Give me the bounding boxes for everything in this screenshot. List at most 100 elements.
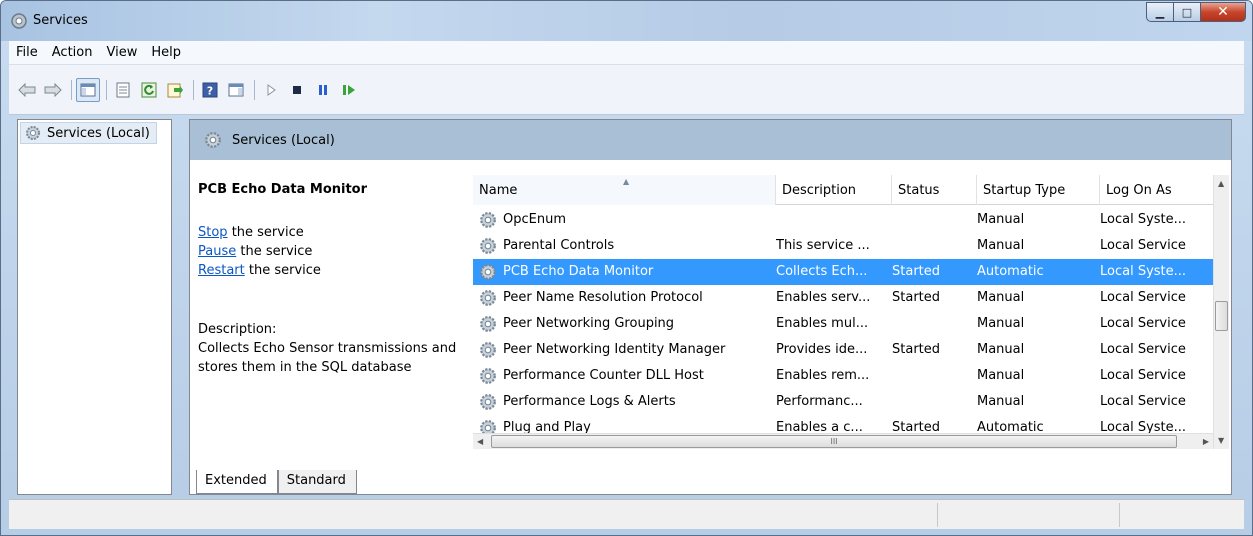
cell-status [892, 233, 972, 259]
properties-icon [116, 82, 130, 97]
help-icon: ? [202, 82, 218, 97]
tab-extended[interactable]: Extended [196, 470, 278, 494]
column-header-startup-type[interactable]: Startup Type [977, 175, 1100, 205]
scroll-grip: III [830, 437, 838, 446]
horizontal-scroll-thumb[interactable]: III [491, 435, 1177, 448]
horizontal-scrollbar[interactable]: ◀ III ▶ [473, 433, 1213, 449]
cell-status [892, 363, 972, 389]
cell-status [892, 207, 972, 233]
sort-ascending-icon: ▲ [623, 177, 630, 186]
refresh-button[interactable] [137, 78, 161, 102]
cell-log-on-as: Local Syste... [1100, 264, 1187, 279]
column-header-name[interactable]: Name ▲ [473, 175, 776, 205]
menu-bar: File Action View Help [9, 41, 1244, 65]
table-row[interactable]: OpcEnum Manual Local Syste... [473, 207, 1213, 233]
close-icon: ✕ [1217, 4, 1229, 20]
cell-startup-type: Manual [977, 368, 1025, 383]
menu-action[interactable]: Action [45, 45, 100, 60]
cell-name: Performance Logs & Alerts [503, 394, 676, 409]
services-list: Name ▲ Description Status Startup Type L… [473, 175, 1229, 465]
maximize-button[interactable]: □ [1173, 2, 1201, 22]
cell-status: Started [892, 264, 941, 279]
minimize-icon: ▁ [1155, 5, 1165, 19]
selected-service-name: PCB Echo Data Monitor [198, 182, 368, 197]
restart-action: Restart the service [198, 261, 473, 280]
tree-item-services-local[interactable]: Services (Local) [20, 122, 157, 144]
cell-status [892, 311, 972, 337]
scroll-down-icon[interactable]: ▼ [1218, 436, 1224, 445]
title-bar[interactable]: Services ▁ □ ✕ [1, 1, 1252, 41]
scroll-left-icon[interactable]: ◀ [477, 437, 483, 446]
close-button[interactable]: ✕ [1200, 2, 1246, 22]
back-button[interactable] [15, 78, 39, 102]
services-window: Services ▁ □ ✕ File Action View Help ? S… [0, 0, 1253, 536]
pause-action: Pause the service [198, 242, 473, 261]
cell-log-on-as: Local Service [1100, 368, 1186, 383]
properties-button[interactable] [111, 78, 135, 102]
table-row[interactable]: Peer Networking Grouping Enables mul... Ma… [473, 311, 1213, 337]
pane-header-title: Services (Local) [232, 132, 335, 148]
cell-startup-type: Manual [977, 290, 1025, 305]
cell-startup-type: Manual [977, 316, 1025, 331]
toolbar-separator [254, 79, 255, 100]
resume-service-button[interactable] [337, 78, 361, 102]
pane-header: Services (Local) [190, 120, 1231, 160]
stop-service-button[interactable] [285, 78, 309, 102]
cell-startup-type: Manual [977, 212, 1025, 227]
cell-name: Peer Networking Identity Manager [503, 342, 726, 357]
cell-log-on-as: Local Service [1100, 394, 1186, 409]
vertical-scrollbar[interactable]: ▲ ▼ [1213, 175, 1229, 449]
menu-file[interactable]: File [9, 45, 45, 60]
menu-view[interactable]: View [99, 45, 144, 60]
gear-icon [480, 316, 496, 332]
description-label: Description: [198, 322, 277, 337]
menu-help[interactable]: Help [144, 45, 188, 60]
action-text: the service [236, 244, 313, 259]
stop-action: Stop the service [198, 223, 473, 242]
cell-description [776, 207, 886, 233]
toolbar-separator [106, 79, 107, 100]
scroll-right-icon[interactable]: ▶ [1203, 437, 1209, 446]
cell-description: Provides ide... [776, 342, 868, 357]
cell-startup-type: Manual [977, 238, 1025, 253]
table-row[interactable]: Performance Counter DLL Host Enables rem.… [473, 363, 1213, 389]
cell-description: This service ... [776, 238, 870, 253]
table-row[interactable]: Performance Logs & Alerts Performanc... Ma… [473, 389, 1213, 415]
show-hide-action-pane-button[interactable] [224, 78, 248, 102]
console-tree: Services (Local) [17, 119, 172, 495]
export-list-button[interactable] [163, 78, 187, 102]
column-header-description[interactable]: Description [776, 175, 892, 205]
tab-standard[interactable]: Standard [277, 470, 357, 494]
column-header-log-on-as[interactable]: Log On As [1100, 175, 1213, 205]
restart-service-link[interactable]: Restart [198, 263, 245, 278]
vertical-scroll-thumb[interactable] [1215, 301, 1228, 331]
stop-service-link[interactable]: Stop [198, 225, 228, 240]
table-row[interactable]: Peer Networking Identity Manager Provides… [473, 337, 1213, 363]
show-hide-console-tree-button[interactable] [76, 77, 100, 102]
table-row[interactable]: PCB Echo Data Monitor Collects Ech... Star… [473, 259, 1213, 285]
table-row[interactable]: Peer Name Resolution Protocol Enables ser… [473, 285, 1213, 311]
gear-icon [26, 126, 40, 140]
pause-service-button[interactable] [311, 78, 335, 102]
column-header-label: Startup Type [983, 182, 1066, 198]
pause-service-link[interactable]: Pause [198, 244, 236, 259]
status-divider [1119, 503, 1120, 527]
export-list-icon [167, 83, 183, 97]
column-header-label: Log On As [1106, 182, 1172, 198]
cell-description: Performanc... [776, 394, 863, 409]
show-hide-action-pane-icon [228, 83, 244, 96]
cell-log-on-as: Local Service [1100, 238, 1186, 253]
forward-arrow-icon [44, 82, 62, 97]
cell-log-on-as: Local Service [1100, 316, 1186, 331]
forward-button[interactable] [41, 78, 65, 102]
table-row[interactable]: Parental Controls This service ... Manual L… [473, 233, 1213, 259]
scroll-up-icon[interactable]: ▲ [1218, 179, 1224, 188]
cell-name: Peer Networking Grouping [503, 316, 675, 331]
cell-name: Peer Name Resolution Protocol [503, 290, 703, 305]
minimize-button[interactable]: ▁ [1146, 2, 1174, 22]
gear-icon [480, 394, 496, 410]
column-header-status[interactable]: Status [892, 175, 977, 205]
help-button[interactable]: ? [198, 78, 222, 102]
start-service-button[interactable] [259, 78, 283, 102]
cell-name: OpcEnum [503, 212, 566, 227]
